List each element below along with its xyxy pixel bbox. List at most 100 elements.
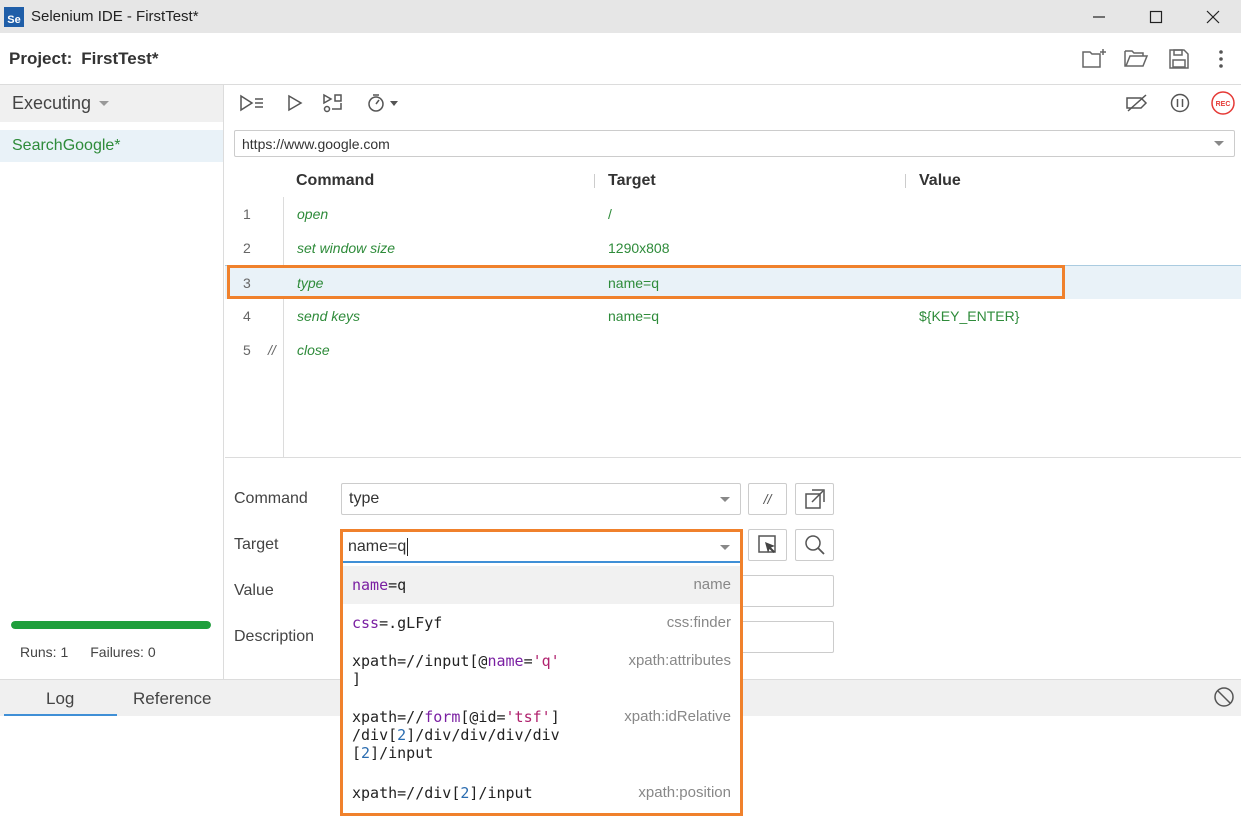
target-value: name=q: [348, 537, 407, 555]
description-label: Description: [234, 628, 315, 645]
text-cursor: [407, 537, 409, 556]
new-project-icon[interactable]: [1081, 45, 1109, 73]
chevron-down-icon[interactable]: [720, 545, 730, 550]
locator-text: name=q: [352, 576, 407, 594]
autocomplete-option-css[interactable]: css=.gLFyf css:finder: [343, 604, 740, 642]
command-label: Command: [234, 490, 308, 507]
row-command: open: [297, 206, 329, 222]
close-window-icon[interactable]: [1184, 0, 1241, 33]
target-autocomplete: name=q name=q name css=.gLFyf css:finder…: [340, 529, 743, 816]
search-icon: [804, 535, 825, 555]
window-title: Selenium IDE - FirstTest*: [31, 8, 199, 25]
value-label: Value: [234, 582, 274, 599]
autocomplete-option-xpath-idrelative[interactable]: xpath=//form[@id='tsf']/div[2]/div/div/d…: [343, 698, 740, 772]
toggle-comment-button[interactable]: //: [748, 483, 787, 515]
row-number: 5: [243, 342, 251, 358]
save-project-icon[interactable]: [1165, 45, 1193, 73]
run-toolbar: REC: [225, 85, 1241, 121]
minimize-icon[interactable]: [1070, 0, 1127, 33]
project-name[interactable]: FirstTest*: [81, 49, 158, 69]
select-target-icon: [757, 535, 776, 553]
project-label: Project:: [9, 48, 73, 68]
row-target: 1290x808: [608, 240, 670, 256]
target-label: Target: [234, 536, 279, 553]
command-input[interactable]: type: [341, 483, 741, 515]
row-number: 2: [243, 240, 251, 256]
select-target-button[interactable]: [748, 529, 787, 561]
active-tab-indicator: [4, 714, 117, 716]
row-command: send keys: [297, 308, 361, 324]
locator-strategy: css:finder: [666, 614, 731, 631]
locator-text: css=.gLFyf: [352, 614, 443, 632]
failures-count: Failures: 0: [90, 644, 156, 660]
test-speed-icon[interactable]: [364, 89, 404, 117]
row-comment-marker: //: [268, 342, 276, 358]
svg-text:REC: REC: [1216, 101, 1231, 108]
locator-strategy: xpath:position: [638, 784, 731, 801]
table-row[interactable]: 5 // close: [225, 333, 1241, 367]
column-divider[interactable]: [594, 174, 595, 188]
record-icon[interactable]: REC: [1209, 89, 1237, 117]
row-target: /: [608, 206, 612, 222]
row-number: 4: [243, 308, 251, 324]
executing-label: Executing: [12, 93, 92, 113]
tab-log[interactable]: Log: [46, 689, 74, 709]
commands-table: Command Target Value 1 open / 2 set wind…: [225, 163, 1241, 458]
executing-dropdown[interactable]: Executing: [0, 85, 223, 122]
locator-strategy: xpath:attributes: [628, 652, 731, 669]
project-header: Project: FirstTest*: [0, 33, 1241, 85]
run-progress-bar: [11, 621, 211, 629]
column-header-value: Value: [919, 172, 961, 189]
row-value: ${KEY_ENTER}: [919, 308, 1020, 324]
step-over-icon[interactable]: [320, 89, 346, 117]
find-target-button[interactable]: [795, 529, 834, 561]
external-link-icon: [804, 489, 825, 509]
table-header: Command Target Value: [225, 163, 1241, 197]
row-command: type: [297, 275, 324, 291]
locator-text: xpath=//input[@name='q']: [352, 652, 560, 688]
chevron-down-icon[interactable]: [1214, 141, 1224, 146]
base-url-value: https://www.google.com: [242, 135, 390, 152]
column-divider[interactable]: [905, 174, 906, 188]
locator-text: xpath=//div[2]/input: [352, 784, 533, 802]
table-row[interactable]: 1 open /: [225, 197, 1241, 231]
autocomplete-option-xpath-attributes[interactable]: xpath=//input[@name='q'] xpath:attribute…: [343, 642, 740, 698]
column-header-command: Command: [296, 172, 375, 189]
chevron-down-icon: [99, 101, 110, 106]
locator-text: xpath=//form[@id='tsf']/div[2]/div/div/d…: [352, 708, 560, 762]
row-number: 3: [243, 275, 251, 291]
locator-strategy: name: [693, 576, 731, 593]
table-row-selected[interactable]: 3 type name=q: [225, 265, 1241, 299]
sidebar-test-searchgoogle[interactable]: SearchGoogle*: [0, 130, 223, 162]
pause-on-exceptions-icon[interactable]: [1167, 89, 1193, 117]
test-sidebar: Executing SearchGoogle* Runs: 1 Failures…: [0, 85, 224, 679]
more-options-icon[interactable]: [1207, 45, 1235, 73]
comment-toggle-label: //: [763, 491, 772, 507]
command-value: type: [349, 490, 380, 507]
autocomplete-option-name[interactable]: name=q name: [343, 566, 740, 604]
autocomplete-option-xpath-position[interactable]: xpath=//div[2]/input xpath:position: [343, 772, 740, 813]
tab-reference[interactable]: Reference: [133, 689, 211, 709]
row-number: 1: [243, 206, 251, 222]
window-titlebar: Se Selenium IDE - FirstTest*: [0, 0, 1241, 33]
base-url-input[interactable]: https://www.google.com: [234, 130, 1235, 157]
open-project-icon[interactable]: [1123, 45, 1151, 73]
clear-log-icon[interactable]: [1213, 686, 1235, 712]
target-input[interactable]: name=q: [343, 532, 740, 563]
run-current-test-icon[interactable]: [284, 89, 306, 117]
row-target: name=q: [608, 275, 659, 291]
table-row[interactable]: 4 send keys name=q ${KEY_ENTER}: [225, 299, 1241, 333]
row-command: set window size: [297, 240, 396, 256]
row-target: name=q: [608, 308, 659, 324]
table-row[interactable]: 2 set window size 1290x808: [225, 231, 1241, 265]
open-reference-button[interactable]: [795, 483, 834, 515]
column-header-target: Target: [608, 172, 656, 189]
selenium-logo-icon: Se: [4, 6, 24, 27]
maximize-icon[interactable]: [1127, 0, 1184, 33]
locator-strategy: xpath:idRelative: [624, 708, 731, 725]
runs-count: Runs: 1: [20, 644, 69, 660]
disable-breakpoints-icon[interactable]: [1123, 89, 1151, 117]
row-command: close: [297, 342, 330, 358]
chevron-down-icon[interactable]: [720, 497, 730, 502]
run-all-tests-icon[interactable]: [238, 89, 266, 117]
